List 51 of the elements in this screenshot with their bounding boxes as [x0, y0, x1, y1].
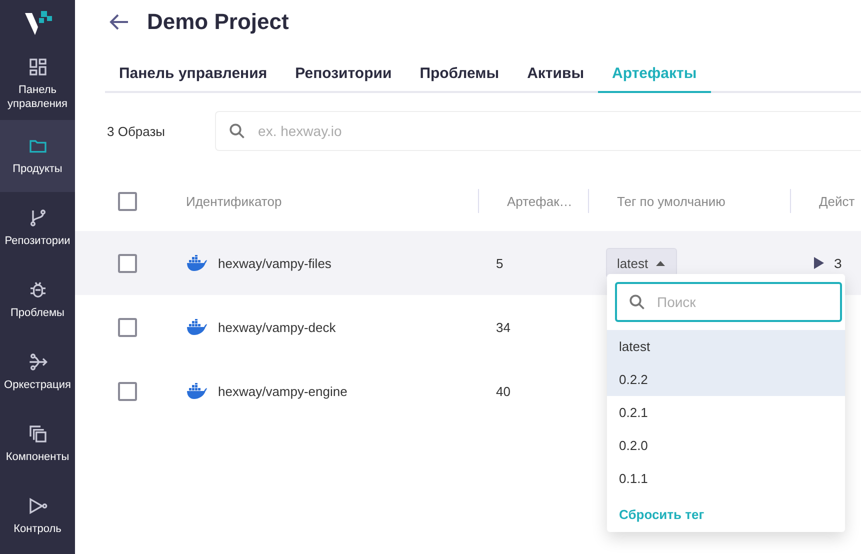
checkbox[interactable] — [118, 318, 137, 336]
image-name: hexway/vampy-engine — [218, 384, 348, 398]
tab[interactable]: Репозитории — [281, 57, 406, 93]
column-header: Артефак… — [507, 194, 572, 208]
back-arrow-icon[interactable] — [109, 13, 129, 31]
checkbox[interactable] — [118, 192, 137, 210]
caret-icon — [656, 260, 666, 266]
artifact-count: 34 — [496, 320, 510, 334]
search-icon — [628, 293, 646, 311]
branch-icon — [28, 208, 48, 228]
whale-icon — [186, 319, 208, 335]
column-header: Тег по умолчанию — [617, 194, 726, 208]
image-name: hexway/vampy-files — [218, 256, 332, 270]
tab[interactable]: Проблемы — [406, 57, 514, 93]
search-icon — [228, 122, 246, 140]
copies-icon — [28, 424, 48, 444]
tab[interactable]: Активы — [513, 57, 598, 93]
action-label[interactable]: З — [834, 256, 842, 270]
page-title: Demo Project — [147, 9, 289, 35]
sidebar-item[interactable]: Оркестрация — [0, 336, 75, 408]
image-count: 3 Образы — [107, 124, 166, 138]
bug-icon — [28, 280, 48, 300]
column-header: Дейст — [819, 194, 855, 208]
tag-search-field[interactable]: Поиск — [615, 282, 842, 322]
logo-icon — [22, 11, 52, 37]
triangle-icon — [28, 496, 48, 516]
checkbox[interactable] — [118, 382, 137, 400]
sidebar-item[interactable]: Репозитории — [0, 192, 75, 264]
tag-option[interactable]: 0.2.0 — [607, 429, 845, 462]
column-header: Идентификатор — [186, 194, 282, 208]
image-name: hexway/vampy-deck — [218, 320, 336, 334]
search-field[interactable]: ex. hexway.io — [215, 111, 861, 151]
sidebar-item[interactable]: Продукты — [0, 120, 75, 192]
artifact-count: 40 — [496, 384, 510, 398]
tab[interactable]: Панель управления — [105, 57, 282, 93]
tag-option[interactable]: latest — [607, 330, 845, 363]
dashboard-icon — [28, 57, 48, 77]
table-row[interactable]: hexway/vampy-files 5 latest З — [75, 231, 861, 295]
sidebar-item[interactable]: Контроль — [0, 480, 75, 552]
play-icon[interactable] — [814, 257, 824, 269]
sidebar-item[interactable]: Компоненты — [0, 408, 75, 480]
sidebar-item[interactable]: Проблемы — [0, 264, 75, 336]
whale-icon — [186, 383, 208, 399]
tag-option[interactable]: 0.1.1 — [607, 462, 845, 495]
whale-icon — [186, 255, 208, 271]
tag-option[interactable]: 0.2.1 — [607, 396, 845, 429]
flow-icon — [28, 352, 48, 372]
checkbox[interactable] — [118, 254, 137, 272]
artifact-count: 5 — [496, 256, 504, 270]
sidebar-item[interactable]: Панель управления — [0, 48, 75, 120]
tag-option[interactable]: 0.2.2 — [607, 363, 845, 396]
